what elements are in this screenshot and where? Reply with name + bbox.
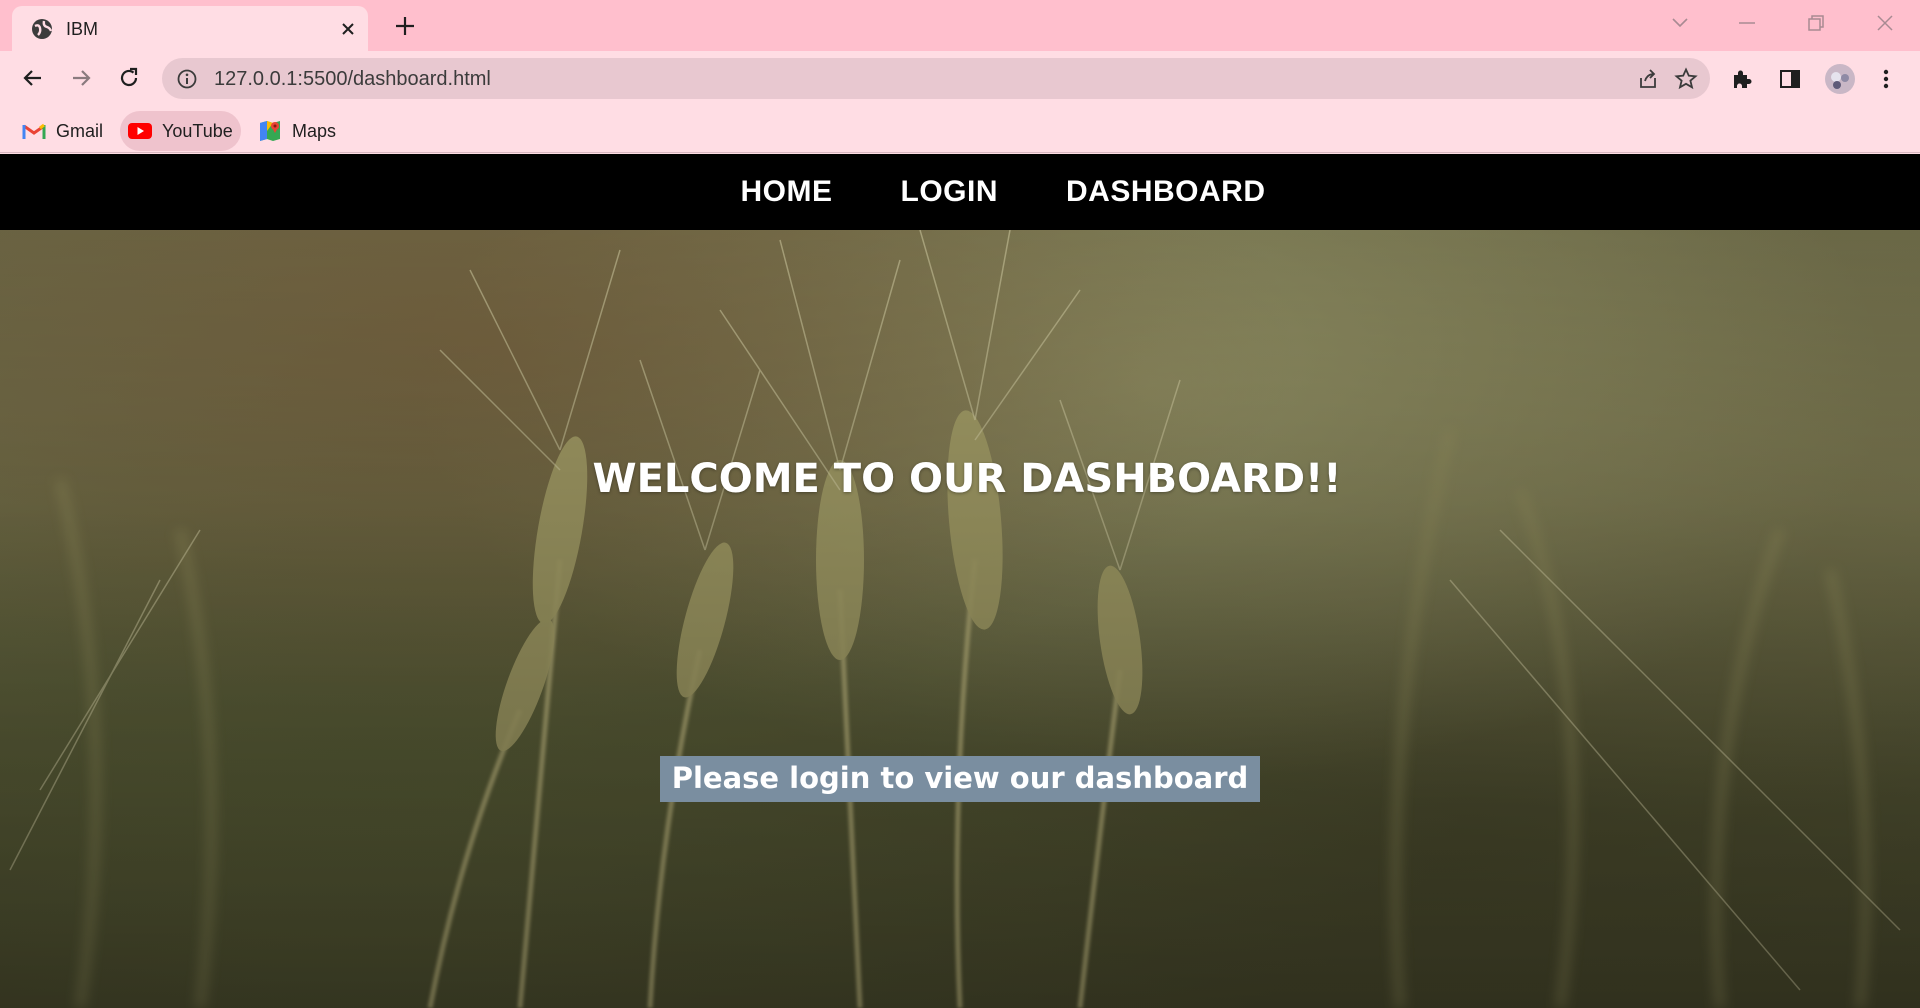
bookmark-maps[interactable]: Maps — [250, 111, 344, 151]
welcome-heading: WELCOME TO OUR DASHBOARD!! — [592, 456, 1342, 502]
browser-toolbar: 127.0.0.1:5500/dashboard.html — [0, 51, 1920, 105]
new-tab-icon[interactable] — [390, 11, 420, 41]
bookmark-youtube[interactable]: YouTube — [120, 111, 241, 151]
address-bar[interactable]: 127.0.0.1:5500/dashboard.html — [162, 58, 1710, 99]
web-page: HOME LOGIN DASHBOARD WELCOME TO OUR DASH… — [0, 154, 1920, 1008]
profile-avatar[interactable] — [1824, 63, 1856, 95]
youtube-icon — [128, 119, 152, 143]
hero-background-wheat-image: WELCOME TO OUR DASHBOARD!! Please login … — [0, 230, 1920, 1008]
bookmark-label: YouTube — [162, 120, 233, 141]
address-url[interactable]: 127.0.0.1:5500/dashboard.html — [214, 68, 491, 91]
bookmark-label: Gmail — [56, 120, 104, 141]
reload-icon[interactable] — [114, 63, 144, 93]
more-menu-icon[interactable] — [1872, 65, 1900, 93]
bookmarks-bar: Gmail YouTube Maps — [0, 105, 1920, 153]
back-arrow-icon[interactable] — [18, 63, 48, 93]
star-icon[interactable] — [1674, 67, 1698, 91]
minimize-icon[interactable] — [1727, 8, 1767, 38]
extensions-icon[interactable] — [1728, 65, 1756, 93]
browser-tab[interactable]: IBM — [12, 6, 368, 51]
bookmark-gmail[interactable]: Gmail — [14, 111, 111, 151]
restore-icon[interactable] — [1796, 8, 1836, 38]
tab-title: IBM — [66, 19, 99, 39]
nav-link-home[interactable]: HOME — [741, 175, 833, 209]
maps-icon — [258, 119, 282, 143]
share-icon[interactable] — [1636, 67, 1660, 91]
nav-link-login[interactable]: LOGIN — [901, 175, 999, 209]
tab-search-icon[interactable] — [1660, 8, 1700, 38]
browser-tabstrip: IBM — [0, 0, 1920, 51]
site-info-icon[interactable] — [176, 68, 198, 90]
site-nav-bar: HOME LOGIN DASHBOARD — [0, 154, 1920, 230]
bookmark-label: Maps — [292, 120, 337, 141]
globe-icon — [30, 17, 54, 41]
nav-link-dashboard[interactable]: DASHBOARD — [1066, 175, 1266, 209]
close-window-icon[interactable] — [1865, 8, 1905, 38]
close-icon[interactable] — [336, 17, 360, 41]
gmail-icon — [22, 119, 46, 143]
wheat-field-illustration — [0, 230, 1920, 1008]
side-panel-icon[interactable] — [1776, 65, 1804, 93]
forward-arrow-icon[interactable] — [66, 63, 96, 93]
login-prompt-banner: Please login to view our dashboard — [660, 756, 1260, 802]
